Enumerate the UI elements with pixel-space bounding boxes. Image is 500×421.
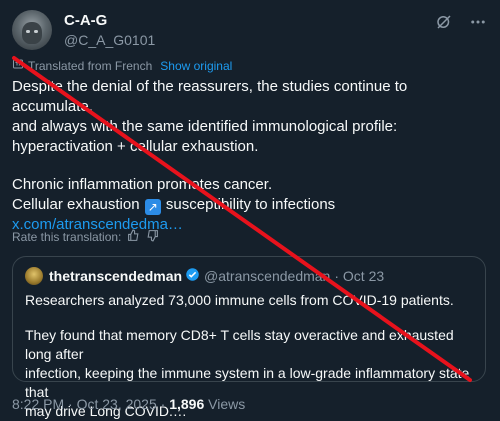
more-icon[interactable] (468, 12, 488, 32)
quoted-author-handle[interactable]: @atranscendedman (204, 268, 330, 284)
translate-icon (12, 58, 24, 73)
tweet-line-part: susceptibility to infections (165, 196, 336, 213)
quoted-line: They found that memory CD8+ T cells stay… (25, 327, 454, 362)
rate-translation: Rate this translation: (12, 229, 159, 245)
quoted-author-name[interactable]: thetranscendedman (49, 268, 182, 284)
tweet-line-part: Cellular exhaustion (12, 196, 140, 213)
quoted-tweet[interactable]: thetranscendedman @atranscendedman · Oct… (12, 256, 486, 419)
arrow-up-right-emoji: ↗ (144, 199, 161, 215)
grok-icon[interactable] (434, 12, 454, 32)
author-names: C-A-G @C_A_G0101 (64, 12, 155, 49)
thumbs-up-icon[interactable] (127, 229, 140, 245)
author-avatar[interactable] (12, 10, 52, 50)
tweet-line: and always with the same identified immu… (12, 118, 398, 135)
quoted-tweet-date: · Oct 23 (334, 268, 385, 284)
views-count: 1,896 (169, 396, 205, 412)
tweet-text: Despite the denial of the reassurers, th… (12, 77, 488, 235)
quoted-tweet-header: thetranscendedman @atranscendedman · Oct… (25, 267, 384, 285)
tweet-meta: 8:22 PM · Oct 23, 2025 · 1,896 Views (12, 396, 246, 412)
tweet-line: Chronic inflammation promotes cancer. (12, 176, 273, 193)
thumbs-down-icon[interactable] (146, 229, 159, 245)
show-original-link[interactable]: Show original (160, 59, 232, 73)
author-display-name[interactable]: C-A-G (64, 12, 155, 30)
author-handle[interactable]: @C_A_G0101 (64, 31, 155, 49)
tweet-line: hyperactivation + cellular exhaustion. (12, 138, 259, 155)
header-actions (434, 12, 488, 32)
translation-label: Translated from French (28, 58, 153, 73)
quoted-line: Researchers analyzed 73,000 immune cells… (25, 292, 454, 308)
tweet-time[interactable]: 8:22 PM (12, 396, 64, 412)
tweet-date[interactable]: Oct 23, 2025 (77, 396, 157, 412)
quoted-author-avatar[interactable] (25, 267, 43, 285)
tweet-header: C-A-G @C_A_G0101 (12, 10, 488, 54)
tweet-line: Cellular exhaustion ↗ susceptibility to … (12, 195, 488, 215)
verified-badge-icon (185, 267, 200, 285)
rate-translation-label: Rate this translation: (12, 230, 122, 244)
views-label: Views (208, 396, 246, 412)
translation-notice: Translated from French Show original (12, 58, 232, 73)
tweet-line: Despite the denial of the reassurers, th… (12, 78, 408, 115)
